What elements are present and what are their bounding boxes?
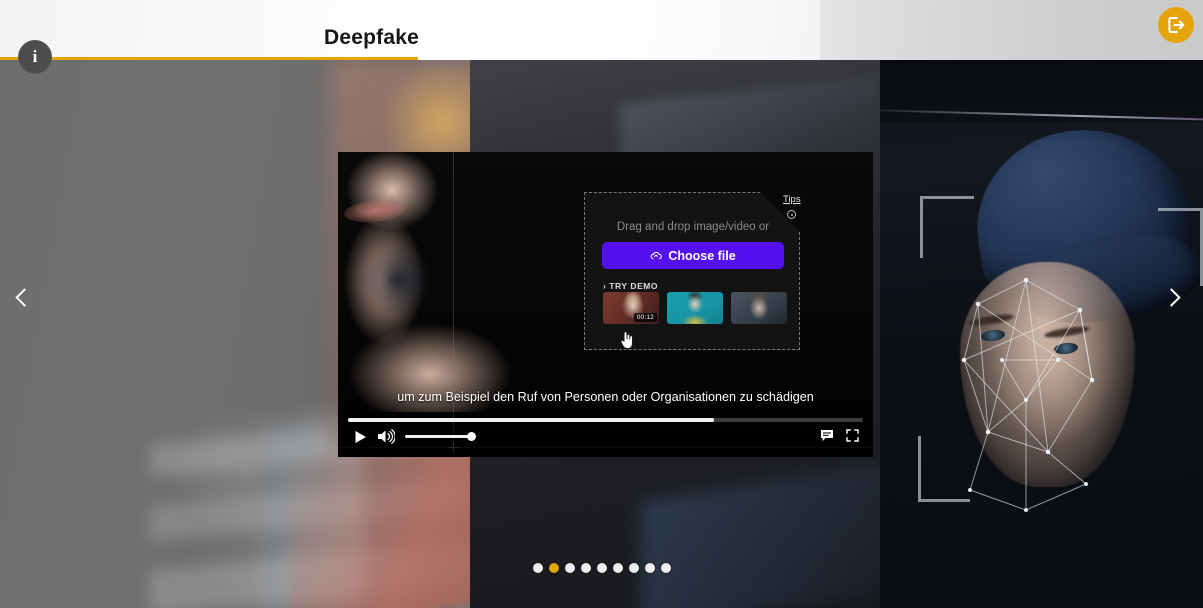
video-subtitle: um zum Beispiel den Ruf von Personen ode… (397, 390, 814, 404)
carousel-pagination (0, 563, 1203, 573)
demo-duration-badge: 00:12 (633, 313, 657, 322)
pagination-dot-2[interactable] (548, 563, 559, 573)
logout-icon[interactable] (1158, 7, 1194, 43)
chevron-left-icon[interactable] (12, 283, 42, 313)
upload-dropzone[interactable]: Drag and drop image/video or Choose file… (584, 192, 800, 350)
video-portrait-lips (343, 196, 407, 226)
pagination-dot-4[interactable] (580, 563, 591, 573)
page-title: Deepfake (324, 26, 419, 49)
video-progress-fill (348, 418, 714, 422)
volume-high-icon[interactable] (377, 429, 395, 444)
demo-thumb-1[interactable]: 00:12 (603, 292, 659, 324)
video-player[interactable]: Drag and drop image/video or Choose file… (338, 152, 873, 457)
video-controls-right (820, 429, 859, 442)
demo-thumb-2[interactable] (667, 292, 723, 324)
logout-icon-glyph (1168, 17, 1185, 33)
video-controls-bar (338, 412, 873, 457)
try-demo-label: › TRY DEMO (603, 281, 659, 291)
demo-thumbnail-row: 00:12 (603, 292, 787, 324)
header-accent-underline (0, 57, 418, 60)
fullscreen-icon[interactable] (846, 429, 859, 442)
video-portrait-hair (362, 244, 434, 316)
chevron-right-icon[interactable] (1161, 283, 1191, 313)
choose-file-button[interactable]: Choose file (602, 242, 784, 269)
app-header: Deepfake (0, 0, 1203, 60)
tips-link[interactable]: Tips (783, 194, 801, 205)
pagination-dot-9[interactable] (660, 563, 671, 573)
volume-slider-knob[interactable] (467, 431, 476, 441)
face-mesh-overlay (961, 277, 1095, 512)
pagination-dot-3[interactable] (564, 563, 575, 573)
pagination-dot-7[interactable] (628, 563, 639, 573)
cloud-upload-icon (650, 251, 663, 259)
pagination-dot-5[interactable] (596, 563, 607, 573)
volume-slider[interactable] (405, 431, 476, 441)
info-circle-icon[interactable] (787, 210, 796, 219)
pagination-dot-1[interactable] (532, 563, 543, 573)
choose-file-label: Choose file (668, 248, 736, 263)
hand-pointer-cursor (620, 331, 633, 350)
video-portrait (338, 152, 537, 412)
play-icon[interactable] (354, 430, 367, 444)
drag-drop-hint: Drag and drop image/video or (616, 221, 770, 233)
pagination-dot-6[interactable] (612, 563, 623, 573)
info-icon-glyph: i (32, 47, 38, 66)
video-controls-left (354, 429, 476, 444)
captions-icon[interactable] (820, 429, 834, 442)
demo-thumb-3[interactable] (731, 292, 787, 324)
pagination-dot-8[interactable] (644, 563, 655, 573)
video-progress-bar[interactable] (348, 418, 863, 422)
info-icon[interactable]: i (18, 40, 52, 74)
